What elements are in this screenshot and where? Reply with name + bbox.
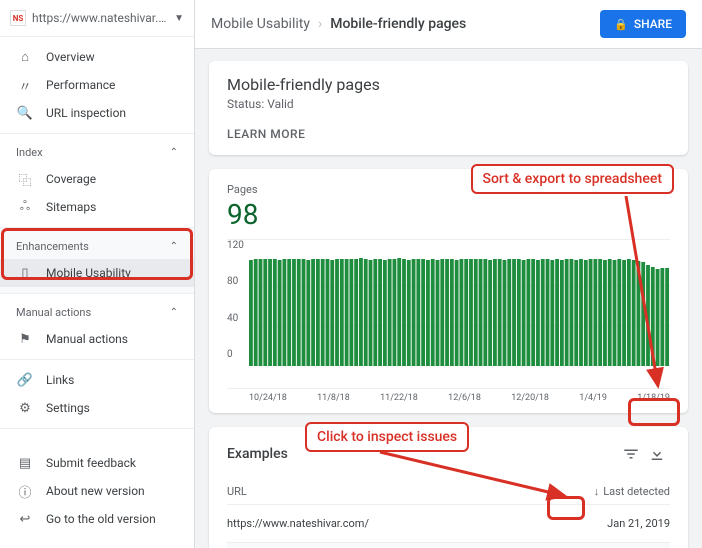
gear-icon: ⚙ bbox=[16, 401, 34, 415]
download-button[interactable] bbox=[644, 441, 670, 467]
search-icon: 🔍 bbox=[16, 106, 34, 120]
breadcrumb-separator: › bbox=[318, 16, 322, 32]
sidebar-item-url-inspection[interactable]: 🔍URL inspection bbox=[0, 99, 194, 127]
download-icon bbox=[648, 445, 666, 463]
site-selector[interactable]: NS https://www.nateshivar.com/ ▼ bbox=[0, 0, 194, 37]
sidebar-item-coverage[interactable]: ⿻Coverage bbox=[0, 165, 194, 193]
status-card-status: Status: Valid bbox=[227, 97, 670, 111]
sidebar-item-submit-feedback[interactable]: ▤Submit feedback bbox=[0, 449, 194, 477]
footer: Privacy Terms bbox=[0, 539, 194, 548]
sitemap-icon: ஃ bbox=[16, 200, 34, 214]
filter-button[interactable] bbox=[618, 441, 644, 467]
sidebar-section-index[interactable]: Index⌃ bbox=[0, 140, 194, 165]
back-icon: ↩ bbox=[16, 512, 34, 526]
table-row[interactable]: https://www.nateshivar.com/1774/unicoi-g… bbox=[227, 543, 670, 548]
chevron-up-icon: ⌃ bbox=[170, 147, 178, 158]
chevron-up-icon: ⌃ bbox=[170, 307, 178, 318]
info-icon: ⓘ bbox=[16, 484, 34, 498]
sidebar-item-links[interactable]: 🔗Links bbox=[0, 366, 194, 394]
sidebar: NS https://www.nateshivar.com/ ▼ ⌂Overvi… bbox=[0, 0, 195, 548]
chevron-up-icon: ⌃ bbox=[170, 241, 178, 252]
sidebar-item-manual-actions[interactable]: ⚑Manual actions bbox=[0, 325, 194, 353]
home-icon: ⌂ bbox=[16, 50, 34, 64]
annotation-arrow bbox=[375, 452, 585, 522]
flag-icon: ⚑ bbox=[16, 332, 34, 346]
chart-y-axis: 120 80 40 0 bbox=[227, 240, 244, 360]
site-url: https://www.nateshivar.com/ bbox=[32, 11, 170, 25]
annotation-click-inspect: Click to inspect issues bbox=[305, 422, 469, 452]
sidebar-item-about[interactable]: ⓘAbout new version bbox=[0, 477, 194, 505]
annotation-arrow bbox=[596, 196, 676, 396]
mobile-icon: ▯ bbox=[16, 266, 34, 280]
sidebar-item-old-version[interactable]: ↩Go to the old version bbox=[0, 505, 194, 533]
sidebar-item-overview[interactable]: ⌂Overview bbox=[0, 43, 194, 71]
breadcrumb-parent[interactable]: Mobile Usability bbox=[211, 16, 310, 32]
status-card: Mobile-friendly pages Status: Valid LEAR… bbox=[209, 61, 688, 155]
sidebar-item-performance[interactable]: 〃Performance bbox=[0, 71, 194, 99]
learn-more-link[interactable]: LEARN MORE bbox=[209, 117, 688, 155]
filter-icon bbox=[622, 445, 640, 463]
annotation-sort-export: Sort & export to spreadsheet bbox=[471, 164, 675, 194]
sidebar-item-mobile-usability[interactable]: ▯Mobile Usability bbox=[0, 259, 194, 287]
share-button[interactable]: 🔒SHARE bbox=[600, 10, 686, 38]
chevron-down-icon: ▼ bbox=[174, 13, 184, 24]
topbar: Mobile Usability › Mobile-friendly pages… bbox=[195, 0, 702, 49]
site-logo: NS bbox=[10, 10, 26, 26]
main-content: Mobile Usability › Mobile-friendly pages… bbox=[195, 0, 702, 548]
status-card-title: Mobile-friendly pages bbox=[227, 75, 670, 94]
performance-icon: 〃 bbox=[16, 78, 34, 92]
sidebar-section-enhancements[interactable]: Enhancements⌃ bbox=[0, 234, 194, 259]
sort-down-icon: ↓ bbox=[594, 485, 600, 498]
link-icon: 🔗 bbox=[16, 373, 34, 387]
copy-icon: ⿻ bbox=[16, 172, 34, 186]
feedback-icon: ▤ bbox=[16, 456, 34, 470]
lock-icon: 🔒 bbox=[614, 18, 628, 31]
sidebar-section-manual-actions[interactable]: Manual actions⌃ bbox=[0, 300, 194, 325]
sidebar-item-sitemaps[interactable]: ஃSitemaps bbox=[0, 193, 194, 221]
column-header-date[interactable]: ↓Last detected bbox=[575, 485, 670, 498]
sidebar-item-settings[interactable]: ⚙Settings bbox=[0, 394, 194, 422]
breadcrumb-current: Mobile-friendly pages bbox=[330, 16, 466, 32]
